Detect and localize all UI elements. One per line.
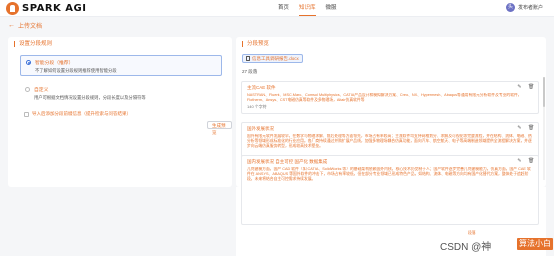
nav-item-home[interactable]: 首页 <box>278 4 289 12</box>
section-title: 设置分段规则 <box>14 41 52 47</box>
document-icon <box>246 56 250 61</box>
delete-icon[interactable]: 🗑 <box>528 159 534 164</box>
sub-bar: ← 上传文档 <box>0 17 554 33</box>
option-title: 智能分段（推荐） <box>35 61 74 66</box>
logo-icon <box>6 2 19 15</box>
nav-item-knowledge-base[interactable]: 知识库 <box>299 4 316 16</box>
radio-smart-segment[interactable] <box>26 60 31 65</box>
logo[interactable]: SPARK AGI <box>6 2 86 15</box>
prefix-checkbox-row[interactable]: 导入后添加分段前缀信息（提升检索与问答结果） <box>24 111 131 117</box>
main-nav: 首页 知识库 微服 <box>278 4 337 16</box>
option-smart-segment[interactable]: 智能分段（推荐） 不了解如何设置分段规则推荐使用智能分段 <box>20 55 222 76</box>
segment-actions: ✎ 🗑 <box>517 159 534 164</box>
logo-text: SPARK AGI <box>22 3 87 14</box>
file-name: 信息工具调研报告.docx <box>252 55 299 61</box>
prefix-checkbox[interactable] <box>24 111 29 117</box>
option-title: 自定义 <box>34 88 49 93</box>
delete-icon[interactable]: 🗑 <box>528 85 534 90</box>
segment-body: 几何建模方面，国产 CAD 软件（如 CATIA、SolidWorks 等）的基… <box>247 167 531 182</box>
edit-icon[interactable]: ✎ <box>517 126 522 131</box>
segment-char-count: 140 个字符 <box>247 104 267 109</box>
watermark-badge: 算法小白 <box>517 238 553 250</box>
nav-item-services[interactable]: 微服 <box>326 4 337 12</box>
segment-title: 主流CAE 软件 <box>247 85 276 90</box>
segment-actions: ✎ 🗑 <box>517 85 534 90</box>
file-chip[interactable]: 信息工具调研报告.docx <box>242 54 303 63</box>
option-description: 不了解如何设置分段规则推荐使用智能分段 <box>35 68 117 73</box>
section-title: 分段预览 <box>242 41 269 47</box>
avatar: 头 <box>506 3 515 12</box>
user-name: 发布者账户 <box>518 5 544 11</box>
edit-icon[interactable]: ✎ <box>517 85 522 90</box>
segment-card: 主流CAE 软件 ✎ 🗑 NASTRAN、Fluent、MSC.Marc、Com… <box>241 81 539 114</box>
option-custom-segment[interactable]: 自定义 用户可根据文档情况设置分段规则，分段长度以及分隔符等 <box>20 83 222 105</box>
segment-title: 国内发展状况 自主可控 国产化 数据集成 <box>247 159 328 164</box>
edit-icon[interactable]: ✎ <box>517 159 522 164</box>
generate-preview-button[interactable]: 生成预览 <box>207 121 232 135</box>
corner-tag: 段落 <box>468 231 476 235</box>
back-button[interactable]: ← 上传文档 <box>8 21 42 30</box>
delete-icon[interactable]: 🗑 <box>528 126 534 131</box>
back-label: 上传文档 <box>18 24 43 30</box>
watermark-text: CSDN @神 <box>440 242 492 253</box>
segment-count: 27 段落 <box>242 69 258 74</box>
segment-body: NASTRAN、Fluent、MSC.Marc、Comsol Multiphys… <box>247 93 522 103</box>
prefix-checkbox-label: 导入后添加分段前缀信息（提升检索与问答结果） <box>32 111 131 116</box>
top-bar: SPARK AGI 首页 知识库 微服 头 发布者账户 <box>0 0 554 17</box>
segment-card: 国内发展状况 自主可控 国产化 数据集成 ✎ 🗑 几何建模方面，国产 CAD 软… <box>241 155 539 225</box>
segment-settings-panel: 设置分段规则 智能分段（推荐） 不了解如何设置分段规则推荐使用智能分段 自定义 … <box>8 37 232 187</box>
radio-custom-segment[interactable] <box>25 87 30 92</box>
scrollbar-thumb[interactable] <box>543 77 545 107</box>
segment-actions: ✎ 🗑 <box>517 126 534 131</box>
option-description: 用户可根据文档情况设置分段规则，分段长度以及分隔符等 <box>34 95 146 100</box>
arrow-left-icon: ← <box>8 22 15 29</box>
segment-title: 国外发展状况 <box>247 126 274 131</box>
preview-scrollbar[interactable] <box>543 77 545 180</box>
user-menu[interactable]: 头 发布者账户 <box>506 3 543 12</box>
